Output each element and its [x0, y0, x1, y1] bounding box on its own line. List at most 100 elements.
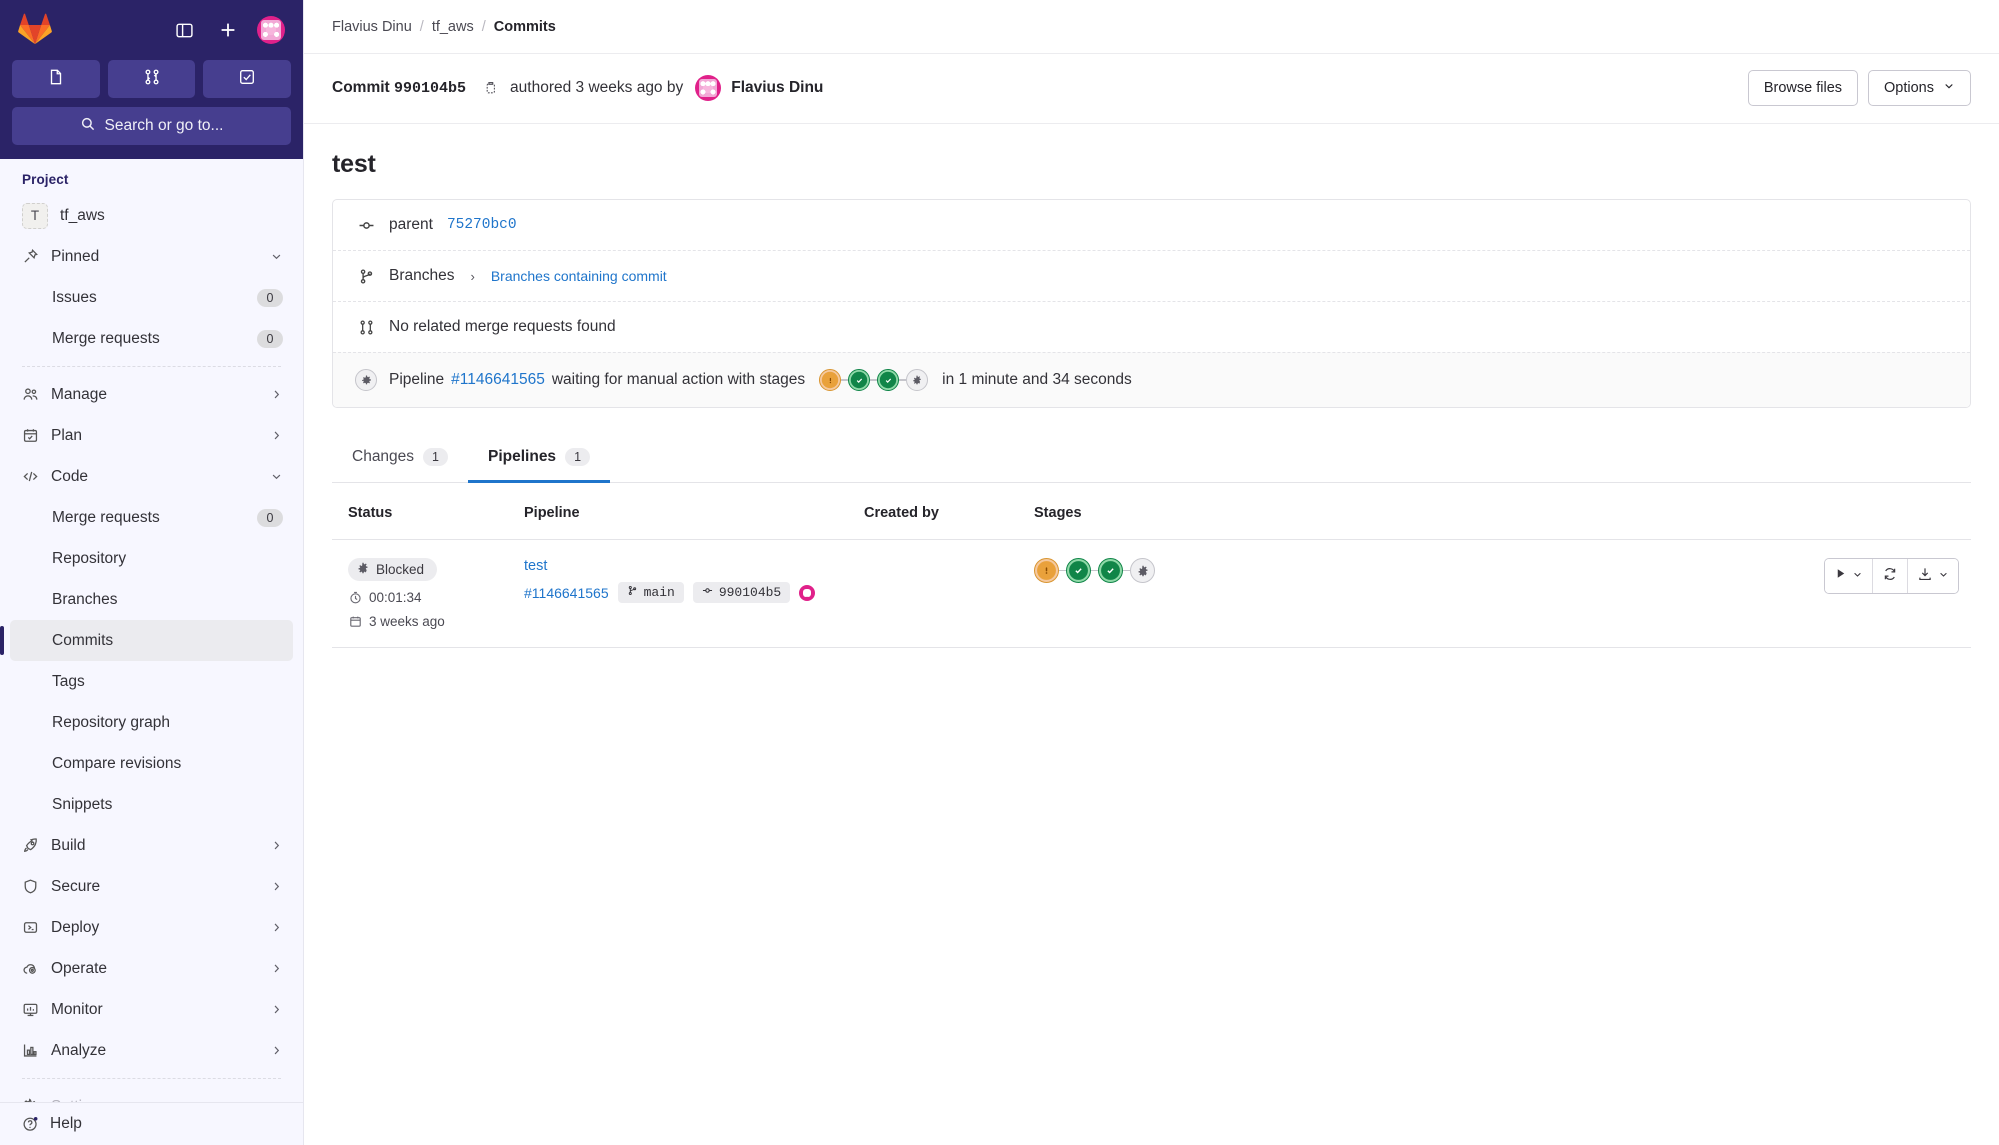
retry-pipeline-button[interactable]: [1873, 559, 1908, 593]
stage-connector: [1059, 569, 1066, 572]
breadcrumb-item-1[interactable]: tf_aws: [432, 19, 474, 35]
pipeline-id-link[interactable]: #1146641565: [451, 371, 545, 389]
breadcrumb-current: Commits: [493, 18, 556, 35]
sidebar-item-branches[interactable]: Branches: [10, 579, 293, 620]
options-button[interactable]: Options: [1868, 70, 1971, 106]
sidebar-item-plan[interactable]: Plan: [10, 415, 293, 456]
commit-header-actions: Browse files Options: [1747, 70, 1971, 106]
sidebar-item-merge-requests[interactable]: Merge requests 0: [10, 318, 293, 359]
sidebar-item-label: Issues: [52, 288, 97, 306]
chevron-right-icon[interactable]: [270, 1044, 283, 1057]
parent-label: parent: [389, 216, 433, 233]
stage-status-warning-icon[interactable]: [1034, 558, 1059, 583]
column-header-actions: [1801, 483, 1971, 540]
sidebar-toggle-icon[interactable]: [169, 15, 199, 45]
sidebar-section-title: Project: [22, 172, 69, 187]
gitlab-logo-icon[interactable]: [18, 13, 52, 47]
chart-icon: [22, 1042, 39, 1059]
chevron-right-icon[interactable]: [270, 1003, 283, 1016]
sidebar-item-manage[interactable]: Manage: [10, 374, 293, 415]
sidebar-item-code[interactable]: Code: [10, 456, 293, 497]
status-badge[interactable]: Blocked: [348, 558, 438, 581]
pipeline-id-link[interactable]: #1146641565: [524, 585, 609, 601]
sidebar-item-deploy[interactable]: Deploy: [10, 907, 293, 948]
sidebar-item-repository[interactable]: Repository: [10, 538, 293, 579]
sidebar-item-merge-requests[interactable]: Merge requests 0: [10, 497, 293, 538]
breadcrumb: Flavius Dinu / tf_aws / Commits: [304, 0, 1999, 54]
sidebar-item-label: Commits: [52, 631, 114, 649]
breadcrumb-item-0[interactable]: Flavius Dinu: [332, 19, 412, 35]
author-avatar[interactable]: [695, 75, 722, 101]
stage-status-warning-icon[interactable]: [819, 369, 842, 391]
sidebar-item-analyze[interactable]: Analyze: [10, 1030, 293, 1071]
pipeline-status-text: waiting for manual action with stages: [551, 371, 806, 388]
merge-requests-row: No related merge requests found: [333, 301, 1970, 352]
sidebar-item-help[interactable]: Help: [0, 1102, 303, 1145]
sidebar-item-build[interactable]: Build: [10, 825, 293, 866]
sidebar-item-issues[interactable]: Issues 0: [10, 277, 293, 318]
chevron-down-icon[interactable]: [270, 470, 283, 483]
users-icon: [22, 386, 39, 403]
pipeline-duration: 00:01:34: [348, 590, 500, 605]
chevron-right-icon[interactable]: [270, 880, 283, 893]
search-icon: [80, 116, 96, 137]
commit-author[interactable]: Flavius Dinu: [731, 79, 823, 97]
sidebar-item-count: 0: [257, 508, 283, 527]
download-icon: [1917, 566, 1933, 587]
branches-containing-commit-link[interactable]: Branches containing commit: [491, 268, 667, 284]
sidebar-item-label: Pinned: [51, 247, 100, 265]
chevron-right-icon[interactable]: [270, 1100, 283, 1102]
copy-clipboard-icon[interactable]: [476, 74, 504, 102]
branch-chip[interactable]: main: [617, 582, 684, 603]
browse-files-button[interactable]: Browse files: [1747, 70, 1859, 106]
sidebar-item-tags[interactable]: Tags: [10, 661, 293, 702]
download-artifacts-button[interactable]: [1908, 559, 1958, 593]
sidebar-item-count: 0: [257, 288, 283, 307]
stage-status-success-icon[interactable]: [848, 369, 871, 391]
sidebar-item-settings[interactable]: Settings: [10, 1086, 293, 1102]
sidebar-item-project[interactable]: T tf_aws: [10, 195, 293, 236]
stage-status-success-icon[interactable]: [1098, 558, 1123, 583]
issues-shortcut[interactable]: [12, 60, 100, 98]
chevron-down-icon[interactable]: [270, 250, 283, 263]
commit-chip[interactable]: 990104b5: [692, 582, 791, 603]
todo-checkbox-icon: [238, 68, 256, 91]
tab-changes[interactable]: Changes 1: [332, 436, 468, 483]
stage-status-created-icon[interactable]: [906, 369, 929, 391]
sidebar-item-compare-revisions[interactable]: Compare revisions: [10, 743, 293, 784]
sidebar-quick-actions: [12, 60, 292, 98]
sidebar-item-commits[interactable]: Commits: [0, 620, 293, 661]
sidebar-item-pinned[interactable]: Pinned: [10, 236, 293, 277]
plus-icon[interactable]: [213, 15, 243, 45]
run-manual-action-button[interactable]: [1825, 559, 1873, 593]
merge-requests-shortcut[interactable]: [107, 60, 196, 98]
commit-sha: 990104b5: [394, 80, 467, 97]
chevron-right-icon[interactable]: [270, 388, 283, 401]
commit-author-avatar[interactable]: [799, 584, 816, 601]
chevron-right-icon[interactable]: [270, 839, 283, 852]
cloud-gear-icon: [22, 960, 39, 977]
sidebar-item-secure[interactable]: Secure: [10, 866, 293, 907]
tab-pipelines[interactable]: Pipelines 1: [468, 436, 611, 483]
sidebar-item-snippets[interactable]: Snippets: [10, 784, 293, 825]
stage-status-created-icon[interactable]: [1130, 558, 1155, 583]
sidebar-item-repository-graph[interactable]: Repository graph: [10, 702, 293, 743]
parent-sha-link[interactable]: 75270bc0: [447, 217, 517, 233]
chevron-right-icon[interactable]: [270, 962, 283, 975]
code-icon: [22, 468, 39, 485]
chevron-right-icon[interactable]: [270, 429, 283, 442]
todos-shortcut[interactable]: [203, 60, 292, 98]
stage-status-success-icon[interactable]: [877, 369, 900, 391]
search-input[interactable]: Search or go to...: [12, 107, 291, 145]
user-avatar[interactable]: [257, 16, 285, 44]
pipeline-prefix: Pipeline: [389, 371, 445, 388]
sidebar-item-monitor[interactable]: Monitor: [10, 989, 293, 1030]
commit-sha-label: Commit 990104b5: [332, 79, 467, 97]
pipeline-name-link[interactable]: test: [524, 558, 840, 574]
chevron-right-icon[interactable]: [270, 921, 283, 934]
commit-icon: [357, 217, 375, 234]
sidebar-item-label: Repository graph: [52, 713, 171, 731]
branches-label: Branches: [389, 267, 455, 284]
stage-status-success-icon[interactable]: [1066, 558, 1091, 583]
sidebar-item-operate[interactable]: Operate: [10, 948, 293, 989]
